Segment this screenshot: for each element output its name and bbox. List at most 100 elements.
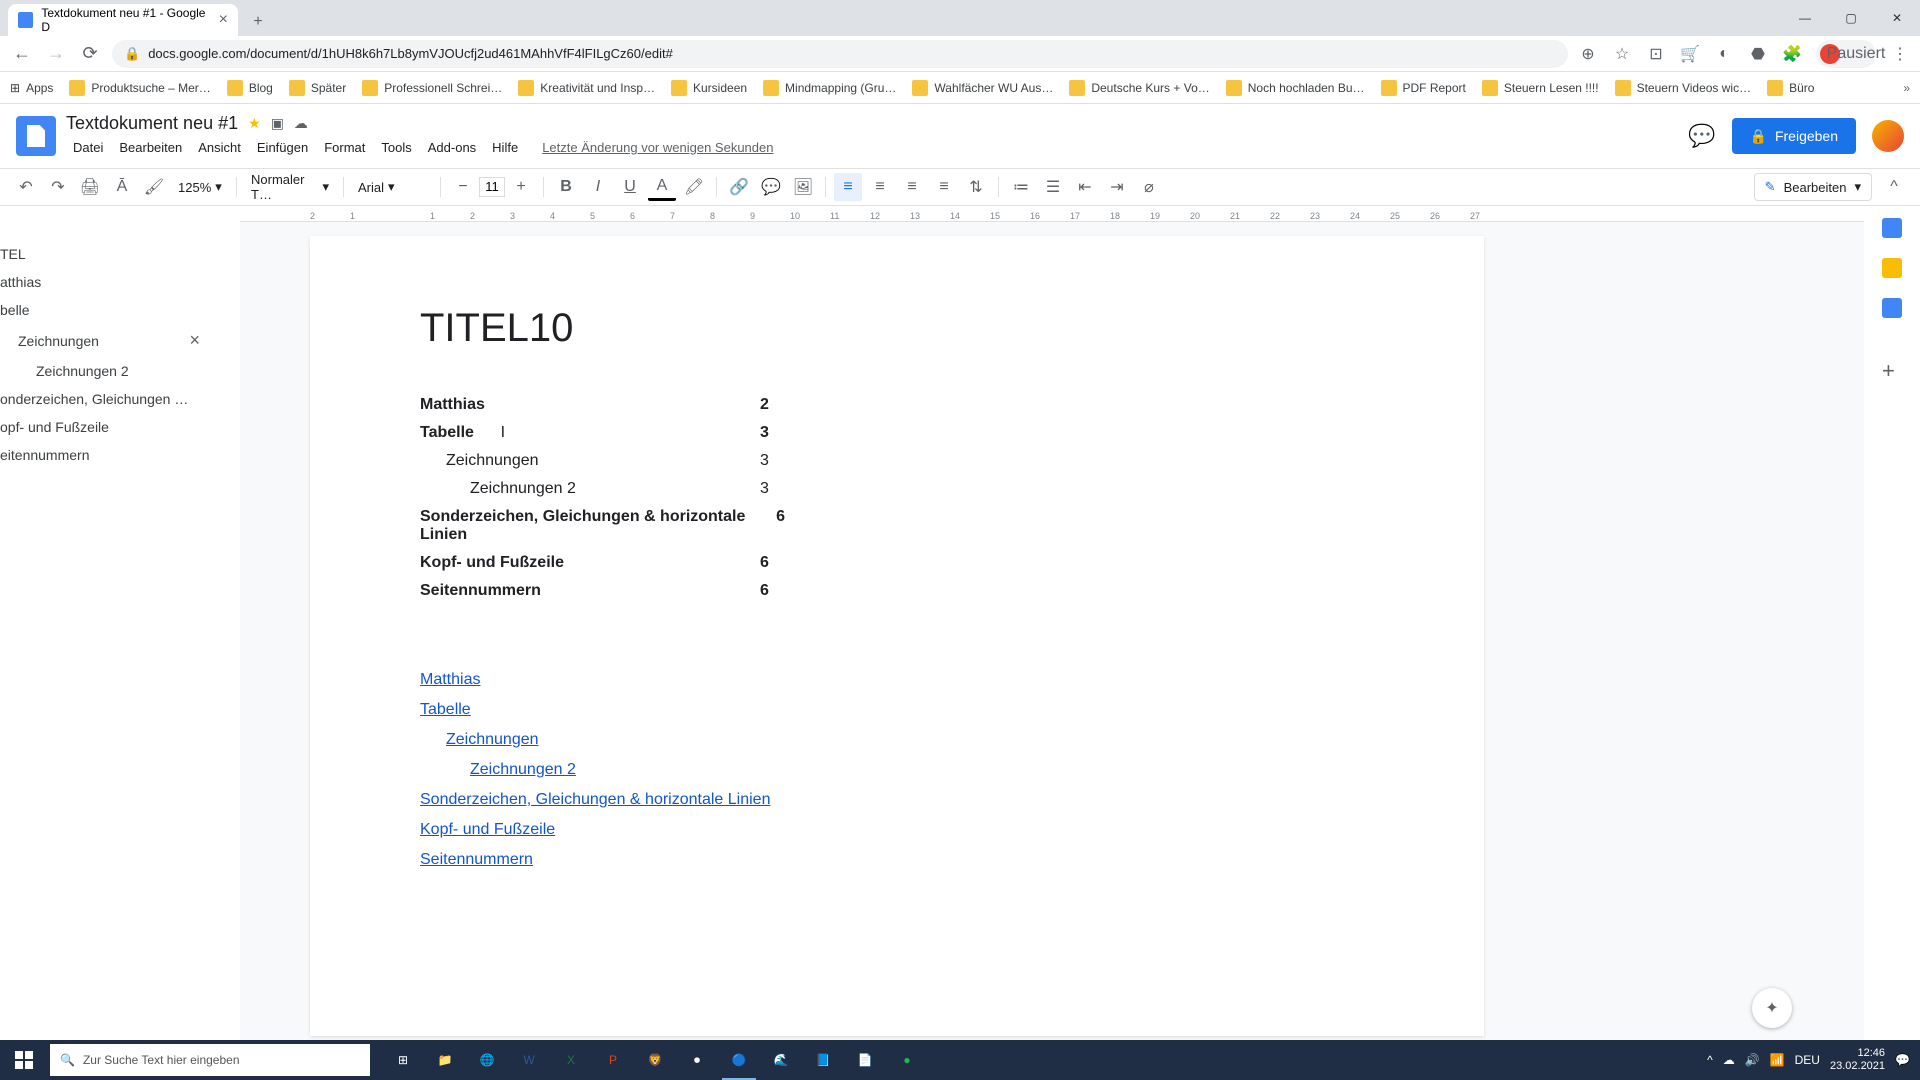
start-button[interactable]: [0, 1040, 48, 1080]
obs-icon[interactable]: ⏺: [676, 1040, 718, 1080]
apps-button[interactable]: ⊞Apps: [10, 81, 53, 95]
fontsize-value[interactable]: 11: [479, 177, 505, 197]
notifications-icon[interactable]: 💬: [1895, 1053, 1910, 1067]
spotify-icon[interactable]: ●: [886, 1040, 928, 1080]
remove-heading-icon[interactable]: ×: [189, 330, 230, 351]
collapse-toolbar-button[interactable]: ^: [1880, 173, 1908, 201]
bookmark-item[interactable]: Büro: [1767, 80, 1814, 96]
bulleted-list-button[interactable]: ☰: [1039, 173, 1067, 201]
outline-item[interactable]: Zeichnungen 2: [0, 357, 240, 385]
menu-edit[interactable]: Bearbeiten: [112, 136, 189, 159]
outline-item[interactable]: TEL: [0, 240, 240, 268]
menu-help[interactable]: Hilfe: [485, 136, 525, 159]
add-comment-button[interactable]: 💬: [757, 173, 785, 201]
align-justify-button[interactable]: ≡: [930, 173, 958, 201]
document-page[interactable]: TITEL10 Matthias2 Tabelle I3 Zeichnungen…: [310, 236, 1484, 1036]
excel-icon[interactable]: X: [550, 1040, 592, 1080]
brave-icon[interactable]: 🦁: [634, 1040, 676, 1080]
underline-button[interactable]: U: [616, 173, 644, 201]
close-tab-icon[interactable]: ×: [219, 11, 228, 29]
bold-button[interactable]: B: [552, 173, 580, 201]
undo-button[interactable]: ↶: [12, 173, 40, 201]
toc-row[interactable]: Kopf- und Fußzeile6: [420, 549, 1050, 577]
extensions-puzzle-icon[interactable]: 🧩: [1782, 44, 1802, 64]
docs-logo-icon[interactable]: [16, 116, 56, 156]
text-color-button[interactable]: A: [648, 173, 676, 201]
editing-mode-select[interactable]: ✎ Bearbeiten ▾: [1754, 173, 1872, 201]
account-avatar[interactable]: [1872, 120, 1904, 152]
bookmark-item[interactable]: Kreativität und Insp…: [518, 80, 655, 96]
bookmark-item[interactable]: Steuern Videos wic…: [1615, 80, 1752, 96]
last-change-link[interactable]: Letzte Änderung vor wenigen Sekunden: [535, 136, 780, 159]
italic-button[interactable]: I: [584, 173, 612, 201]
close-window-icon[interactable]: ✕: [1874, 0, 1920, 36]
fontsize-decrease[interactable]: −: [449, 173, 477, 201]
menu-view[interactable]: Ansicht: [191, 136, 248, 159]
bookmark-item[interactable]: Deutsche Kurs + Vo…: [1069, 80, 1209, 96]
paragraph-style-select[interactable]: Normaler T…▾: [245, 175, 335, 199]
star-icon[interactable]: ★: [248, 115, 261, 132]
minimize-icon[interactable]: —: [1782, 0, 1828, 36]
extension-cart-icon[interactable]: 🛒: [1680, 44, 1700, 64]
outline-item[interactable]: belle: [0, 296, 240, 324]
menu-insert[interactable]: Einfügen: [250, 136, 315, 159]
clear-formatting-button[interactable]: ⌀: [1135, 173, 1163, 201]
edge-icon[interactable]: 🌐: [466, 1040, 508, 1080]
file-explorer-icon[interactable]: 📁: [424, 1040, 466, 1080]
reload-button[interactable]: ⟳: [78, 42, 102, 66]
menu-dots-icon[interactable]: ⋮: [1890, 44, 1910, 64]
task-view-icon[interactable]: ⊞: [382, 1040, 424, 1080]
toc-row[interactable]: Zeichnungen3: [420, 447, 1050, 475]
keep-icon[interactable]: [1882, 258, 1902, 278]
spellcheck-button[interactable]: Ᾱ: [108, 173, 136, 201]
line-spacing-button[interactable]: ⇅: [962, 173, 990, 201]
outline-item[interactable]: atthias: [0, 268, 240, 296]
outline-item[interactable]: onderzeichen, Gleichungen …: [0, 385, 240, 413]
toc-row[interactable]: Zeichnungen 23: [420, 475, 1050, 503]
document-canvas[interactable]: 2112345678910111213141516171819202122232…: [240, 206, 1864, 1040]
toc-link[interactable]: Sonderzeichen, Gleichungen & horizontale…: [420, 785, 1374, 815]
maximize-icon[interactable]: ▢: [1828, 0, 1874, 36]
word-icon[interactable]: W: [508, 1040, 550, 1080]
menu-addons[interactable]: Add-ons: [421, 136, 483, 159]
insert-link-button[interactable]: 🔗: [725, 173, 753, 201]
wifi-icon[interactable]: 📶: [1770, 1053, 1785, 1067]
bookmark-item[interactable]: Kursideen: [671, 80, 747, 96]
insert-image-button[interactable]: 🖼: [789, 173, 817, 201]
notepad-icon[interactable]: 📄: [844, 1040, 886, 1080]
toc-row[interactable]: Sonderzeichen, Gleichungen & horizontale…: [420, 503, 1050, 549]
extension-grey-icon[interactable]: ◐: [1714, 44, 1734, 64]
toc-link[interactable]: Kopf- und Fußzeile: [420, 815, 1374, 845]
toc-link[interactable]: Seitennummern: [420, 845, 1374, 875]
language-indicator[interactable]: DEU: [1795, 1053, 1820, 1067]
powerpoint-icon[interactable]: P: [592, 1040, 634, 1080]
font-family-select[interactable]: Arial▾: [352, 175, 432, 199]
comments-icon[interactable]: 💬: [1688, 123, 1715, 149]
bookmark-item[interactable]: Noch hochladen Bu…: [1226, 80, 1365, 96]
url-field[interactable]: 🔒 docs.google.com/document/d/1hUH8k6h7Lb…: [112, 40, 1568, 68]
add-addon-icon[interactable]: +: [1882, 358, 1902, 378]
toc-row[interactable]: Matthias2: [420, 391, 1050, 419]
bookmark-item[interactable]: Blog: [227, 80, 273, 96]
menu-tools[interactable]: Tools: [374, 136, 418, 159]
toc-row[interactable]: Tabelle I3: [420, 419, 1050, 447]
indent-decrease-button[interactable]: ⇤: [1071, 173, 1099, 201]
toc-link[interactable]: Zeichnungen: [420, 725, 1374, 755]
bookmark-item[interactable]: Mindmapping (Gru…: [763, 80, 896, 96]
align-right-button[interactable]: ≡: [898, 173, 926, 201]
title-heading[interactable]: TITEL10: [420, 306, 1374, 351]
bookmarks-overflow-icon[interactable]: »: [1903, 81, 1910, 95]
new-tab-button[interactable]: +: [244, 8, 272, 36]
align-left-button[interactable]: ≡: [834, 173, 862, 201]
extension-adblock-icon[interactable]: ⬣: [1748, 44, 1768, 64]
browser-tab[interactable]: Textdokument neu #1 - Google D ×: [8, 4, 238, 36]
toc-row[interactable]: Seitennummern6: [420, 577, 1050, 605]
chrome-icon[interactable]: 🔵: [718, 1040, 760, 1080]
zoom-select[interactable]: 125%▾: [172, 175, 228, 199]
forward-button[interactable]: →: [44, 42, 68, 66]
taskbar-search[interactable]: 🔍 Zur Suche Text hier eingeben: [50, 1044, 370, 1076]
app-icon[interactable]: 📘: [802, 1040, 844, 1080]
numbered-list-button[interactable]: ≔: [1007, 173, 1035, 201]
align-center-button[interactable]: ≡: [866, 173, 894, 201]
toc-link[interactable]: Matthias: [420, 665, 1374, 695]
